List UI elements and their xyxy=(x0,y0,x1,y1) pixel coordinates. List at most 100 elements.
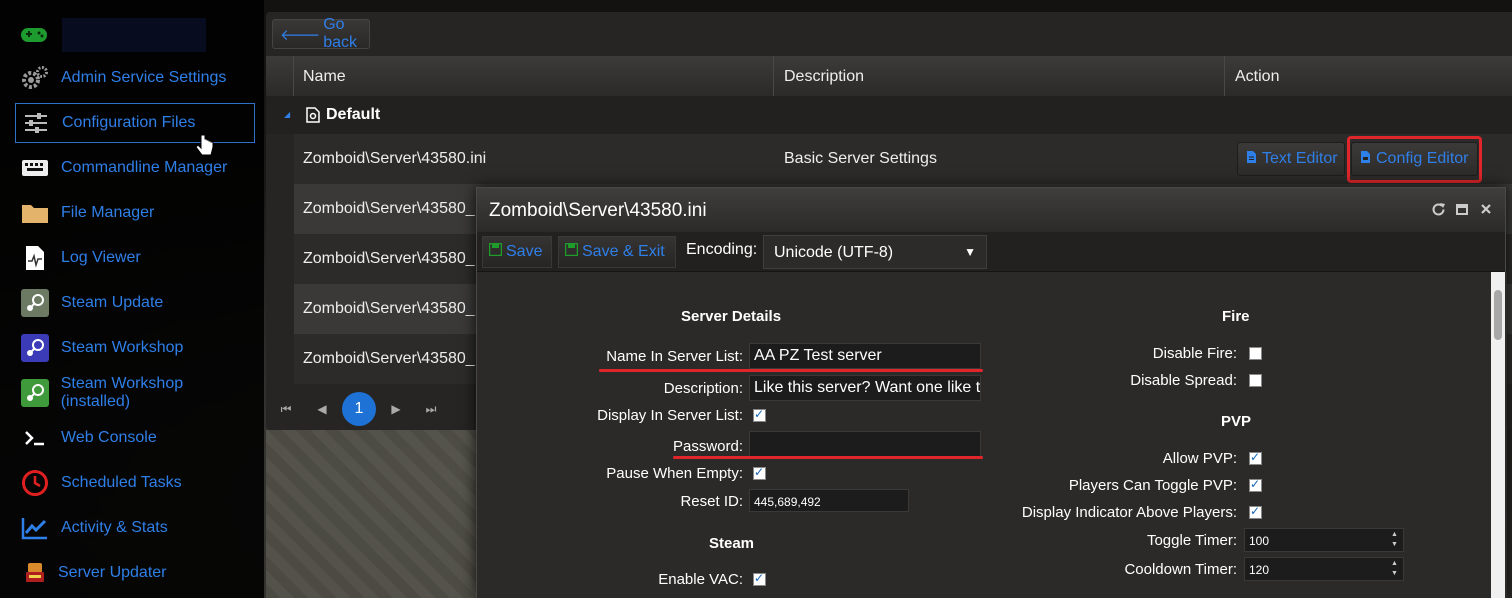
first-page-icon[interactable]: ⏮ xyxy=(270,392,302,426)
current-page[interactable]: 1 xyxy=(342,392,376,426)
file-text-icon xyxy=(1246,150,1257,169)
name-in-server-list-input[interactable]: AA PZ Test server xyxy=(749,343,981,369)
players-can-toggle-pvp-checkbox[interactable] xyxy=(1249,477,1262,492)
sidebar-item-server-updater[interactable]: Server Updater xyxy=(15,553,255,593)
refresh-icon[interactable] xyxy=(1431,202,1447,218)
sidebar-item-label: Scheduled Tasks xyxy=(61,474,182,491)
steam-icon xyxy=(20,379,50,407)
column-separator xyxy=(1224,56,1225,96)
sidebar-item-admin-service-settings[interactable]: Admin Service Settings xyxy=(15,58,255,98)
toggle-timer-input[interactable]: 100 ▲ ▼ xyxy=(1244,528,1404,552)
keyboard-icon xyxy=(20,154,50,182)
allow-pvp-checkbox[interactable] xyxy=(1249,450,1262,465)
pause-when-empty-label: Pause When Empty: xyxy=(606,465,743,482)
save-icon xyxy=(488,242,503,261)
close-icon[interactable] xyxy=(1479,202,1495,218)
reset-id-label: Reset ID: xyxy=(680,493,743,510)
sidebar-item-log-viewer[interactable]: Log Viewer xyxy=(15,238,255,278)
collapse-triangle-icon[interactable]: ◢ xyxy=(284,110,290,119)
text-editor-button[interactable]: Text Editor xyxy=(1237,142,1345,176)
sidebar-item-label: Log Viewer xyxy=(61,249,141,266)
display-indicator-checkbox[interactable] xyxy=(1249,504,1262,519)
sidebar-item-scheduled-tasks[interactable]: Scheduled Tasks xyxy=(15,463,255,503)
file-name-cell: Zomboid\Server\43580_ xyxy=(303,350,475,367)
sidebar-item-web-console[interactable]: Web Console xyxy=(15,418,255,458)
dialog-scrollbar[interactable] xyxy=(1491,272,1505,598)
sidebar-item-label: Steam Update xyxy=(61,294,164,311)
sidebar-item-steam-workshop-installed[interactable]: Steam Workshop (installed) xyxy=(15,373,255,413)
settings-file-icon xyxy=(306,107,320,128)
brand xyxy=(20,18,206,52)
section-title-fire: Fire xyxy=(1222,308,1250,325)
description-label: Description: xyxy=(663,380,743,397)
save-exit-label: Save & Exit xyxy=(582,243,665,260)
updater-icon xyxy=(20,559,50,587)
pause-when-empty-checkbox[interactable] xyxy=(753,465,766,480)
folder-icon xyxy=(20,199,50,227)
config-editor-dialog: Zomboid\Server\43580.ini Save Save & Exi… xyxy=(476,187,1507,598)
description-cell: Basic Server Settings xyxy=(784,150,937,167)
disable-spread-checkbox[interactable] xyxy=(1249,374,1262,387)
annotation-underline-name xyxy=(599,369,983,372)
encoding-select[interactable]: Unicode (UTF-8) ▼ xyxy=(763,235,987,269)
cooldown-timer-value: 120 xyxy=(1249,563,1270,577)
sidebar-item-activity-stats[interactable]: Activity & Stats xyxy=(15,508,255,548)
display-indicator-label: Display Indicator Above Players: xyxy=(1021,504,1237,521)
toggle-timer-label: Toggle Timer: xyxy=(1146,532,1237,549)
players-can-toggle-pvp-label: Players Can Toggle PVP: xyxy=(1068,477,1237,494)
description-input[interactable]: Like this server? Want one like tl xyxy=(749,375,981,401)
cooldown-timer-input[interactable]: 120 ▲ ▼ xyxy=(1244,557,1404,581)
steam-icon xyxy=(20,289,50,317)
name-in-server-list-label: Name In Server List: xyxy=(606,348,743,365)
scrollbar-thumb[interactable] xyxy=(1494,290,1502,340)
next-page-icon[interactable]: ▶ xyxy=(380,392,412,426)
sidebar-item-label: Server Updater xyxy=(58,564,167,581)
clock-icon xyxy=(20,469,50,497)
config-form: Server Details Name In Server List: AA P… xyxy=(477,272,1507,598)
reset-id-input[interactable]: 445,689,492 xyxy=(749,489,909,512)
save-exit-button[interactable]: Save & Exit xyxy=(558,236,676,268)
go-back-label: Go back xyxy=(323,16,358,51)
display-in-server-list-label: Display In Server List: xyxy=(597,407,743,424)
dialog-title: Zomboid\Server\43580.ini xyxy=(489,200,707,221)
save-icon xyxy=(564,242,579,261)
disable-fire-checkbox[interactable] xyxy=(1249,347,1262,360)
column-header-description[interactable]: Description xyxy=(784,68,864,86)
sidebar-item-label: Activity & Stats xyxy=(61,519,168,536)
enable-vac-checkbox[interactable] xyxy=(753,571,766,586)
sidebar-item-steam-update[interactable]: Steam Update xyxy=(15,283,255,323)
password-input[interactable] xyxy=(749,431,981,457)
group-label: Default xyxy=(326,106,381,123)
spinner-arrows-icon[interactable]: ▲ ▼ xyxy=(1391,559,1401,579)
spinner-arrows-icon[interactable]: ▲ ▼ xyxy=(1391,530,1401,550)
annotation-underline-password xyxy=(673,456,983,459)
group-row-default[interactable]: ◢ Default xyxy=(266,96,1512,134)
prev-page-icon[interactable]: ◀ xyxy=(306,392,338,426)
chart-icon xyxy=(20,514,50,542)
file-name-cell: Zomboid\Server\43580.ini xyxy=(303,150,487,167)
section-title-steam: Steam xyxy=(709,535,755,552)
save-label: Save xyxy=(506,243,543,260)
gamepad-icon xyxy=(21,28,47,42)
sidebar-item-commandline-manager[interactable]: Commandline Manager xyxy=(15,148,255,188)
column-header-name[interactable]: Name xyxy=(303,68,346,86)
sliders-icon xyxy=(21,109,51,137)
pager: ⏮ ◀ 1 ▶ ⏭ xyxy=(266,392,476,428)
display-in-server-list-checkbox[interactable] xyxy=(753,407,766,422)
sidebar-item-label: Commandline Manager xyxy=(61,159,228,176)
sidebar-item-label: Steam Workshop xyxy=(61,339,184,356)
encoding-value: Unicode (UTF-8) xyxy=(774,244,894,261)
log-file-icon xyxy=(20,244,50,272)
sidebar-item-label: File Manager xyxy=(61,204,155,221)
sidebar-item-steam-workshop[interactable]: Steam Workshop xyxy=(15,328,255,368)
sidebar-item-file-manager[interactable]: File Manager xyxy=(15,193,255,233)
sidebar-item-configuration-files[interactable]: Configuration Files xyxy=(15,103,255,143)
maximize-icon[interactable] xyxy=(1455,202,1471,218)
last-page-icon[interactable]: ⏭ xyxy=(415,392,447,426)
save-button[interactable]: Save xyxy=(482,236,552,268)
arrow-left-icon: 🡐 xyxy=(280,26,321,44)
column-header-action[interactable]: Action xyxy=(1235,68,1279,86)
dialog-titlebar[interactable]: Zomboid\Server\43580.ini xyxy=(477,188,1505,232)
sidebar-item-label: Configuration Files xyxy=(62,114,196,131)
go-back-button[interactable]: 🡐 Go back xyxy=(272,16,370,51)
